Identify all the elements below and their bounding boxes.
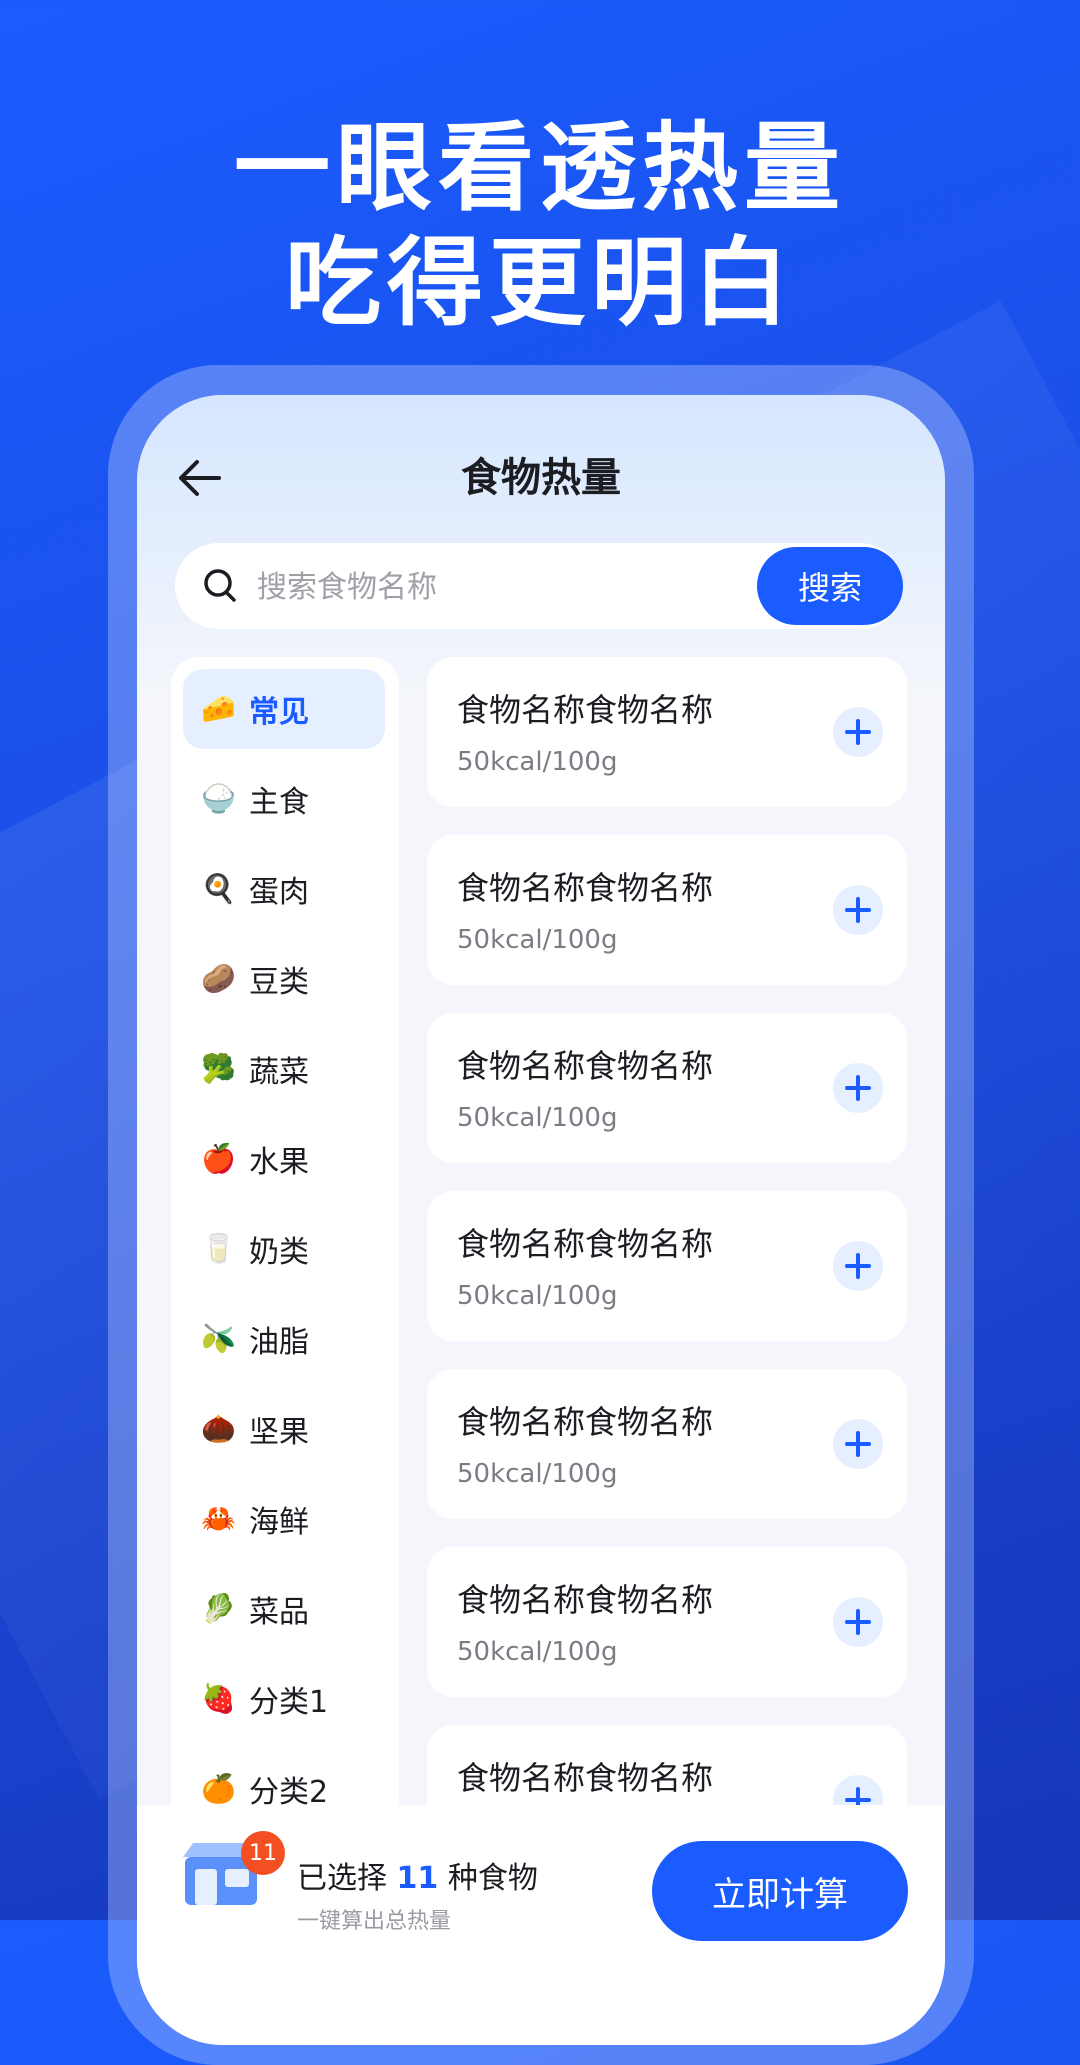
sidebar-item[interactable]: 🧀 常见 <box>183 669 385 749</box>
sidebar-item[interactable]: 🍎 水果 <box>183 1119 385 1199</box>
category-icon: 🍚 <box>201 782 236 815</box>
food-calories: 50kcal/100g <box>457 1637 618 1667</box>
food-card[interactable]: 食物名称食物名称 50kcal/100g <box>427 1191 907 1341</box>
sidebar-item[interactable]: 🌰 坚果 <box>183 1389 385 1469</box>
category-icon: 🥛 <box>201 1232 236 1265</box>
sidebar-item-label: 常见 <box>249 695 309 730</box>
sidebar-item-label: 油脂 <box>249 1325 309 1360</box>
plus-icon <box>845 1075 871 1101</box>
food-calories: 50kcal/100g <box>457 747 618 777</box>
sidebar-item[interactable]: 🥦 蔬菜 <box>183 1029 385 1109</box>
food-name: 食物名称食物名称 <box>457 1225 714 1263</box>
category-icon: 🦀 <box>201 1502 236 1535</box>
plus-icon <box>845 897 871 923</box>
plus-icon <box>845 1609 871 1635</box>
add-food-button[interactable] <box>833 1419 883 1469</box>
plus-icon <box>845 1253 871 1279</box>
category-icon: 🍳 <box>201 872 236 905</box>
search-input[interactable] <box>255 543 679 631</box>
sidebar-item[interactable]: 🥬 菜品 <box>183 1569 385 1649</box>
food-name: 食物名称食物名称 <box>457 869 714 907</box>
sidebar-item-label: 菜品 <box>249 1595 309 1630</box>
food-card[interactable]: 食物名称食物名称 50kcal/100g <box>427 1547 907 1697</box>
sidebar-item[interactable]: 🥔 豆类 <box>183 939 385 1019</box>
plus-icon <box>845 1431 871 1457</box>
food-calories: 50kcal/100g <box>457 925 618 955</box>
category-icon: 🫒 <box>201 1322 236 1355</box>
food-card[interactable]: 食物名称食物名称 50kcal/100g <box>427 657 907 807</box>
sidebar-item-label: 奶类 <box>249 1235 309 1270</box>
sidebar-item-label: 蛋肉 <box>249 875 309 910</box>
sidebar-item-label: 主食 <box>249 785 309 820</box>
selected-count-badge: 11 <box>241 1831 285 1875</box>
food-name: 食物名称食物名称 <box>457 1047 714 1085</box>
food-calories: 50kcal/100g <box>457 1459 618 1489</box>
selected-suffix: 种食物 <box>447 1861 538 1896</box>
food-calories: 50kcal/100g <box>457 1103 618 1133</box>
food-card[interactable]: 食物名称食物名称 50kcal/100g <box>427 835 907 985</box>
sidebar-item-label: 水果 <box>249 1145 309 1180</box>
sidebar-item[interactable]: 🍳 蛋肉 <box>183 849 385 929</box>
plus-icon <box>845 719 871 745</box>
page-title: 食物热量 <box>461 455 621 501</box>
sidebar-item-label: 豆类 <box>249 965 309 1000</box>
selected-subtitle: 一键算出总热量 <box>297 1909 452 1934</box>
sidebar-item[interactable]: 🍚 主食 <box>183 759 385 839</box>
category-icon: 🥬 <box>201 1592 236 1625</box>
food-calories: 50kcal/100g <box>457 1281 618 1311</box>
selected-prefix: 已选择 <box>297 1861 387 1896</box>
sidebar-item[interactable]: 🦀 海鲜 <box>183 1479 385 1559</box>
sidebar-item[interactable]: 🍊 分类2 <box>183 1749 385 1829</box>
food-name: 食物名称食物名称 <box>457 1403 714 1441</box>
add-food-button[interactable] <box>833 1063 883 1113</box>
search-button[interactable]: 搜索 <box>757 547 903 625</box>
sidebar-item[interactable]: 🫒 油脂 <box>183 1299 385 1379</box>
add-food-button[interactable] <box>833 885 883 935</box>
sidebar-item-label: 坚果 <box>249 1415 309 1450</box>
category-icon: 🥦 <box>201 1052 236 1085</box>
calculate-button[interactable]: 立即计算 <box>652 1841 908 1941</box>
category-icon: 🍊 <box>201 1772 236 1805</box>
sidebar-item[interactable]: 🍓 分类1 <box>183 1659 385 1739</box>
food-name: 食物名称食物名称 <box>457 1759 714 1797</box>
sidebar-item-label: 海鲜 <box>249 1505 309 1540</box>
add-food-button[interactable] <box>833 1597 883 1647</box>
search-bar: 搜索 <box>175 543 903 631</box>
sidebar-item[interactable]: 🥛 奶类 <box>183 1209 385 1289</box>
add-food-button[interactable] <box>833 707 883 757</box>
add-food-button[interactable] <box>833 1241 883 1291</box>
category-icon: 🧀 <box>201 692 236 725</box>
category-icon: 🍓 <box>201 1682 236 1715</box>
sidebar-item-label: 分类2 <box>249 1775 329 1810</box>
selected-count: 11 <box>396 1861 439 1896</box>
category-icon: 🥔 <box>201 962 236 995</box>
search-icon <box>204 569 236 602</box>
category-icon: 🌰 <box>201 1412 236 1445</box>
phone-screen: 食物热量 搜索 食物名称食物名称 50kcal/100g 食物名称食物名称 50kca… <box>137 395 945 2045</box>
selected-summary: 已选择 11 种食物 <box>297 1853 538 1897</box>
bottom-bar: 11 已选择 11 种食物 一键算出总热量 立即计算 <box>137 1805 945 2045</box>
sidebar-item-label: 分类1 <box>249 1685 329 1720</box>
food-name: 食物名称食物名称 <box>457 1581 714 1619</box>
food-card[interactable]: 食物名称食物名称 50kcal/100g <box>427 1369 907 1519</box>
food-card[interactable]: 食物名称食物名称 50kcal/100g <box>427 1013 907 1163</box>
food-name: 食物名称食物名称 <box>457 691 714 729</box>
category-icon: 🍎 <box>201 1142 236 1175</box>
sidebar-item-label: 蔬菜 <box>249 1055 309 1090</box>
headline-line2: 吃得更明白 <box>285 227 795 339</box>
